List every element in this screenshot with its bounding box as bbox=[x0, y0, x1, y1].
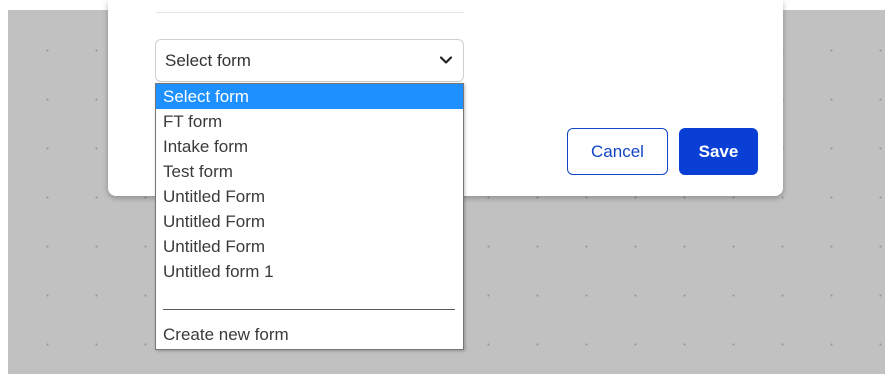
cancel-button[interactable]: Cancel bbox=[567, 128, 668, 175]
form-select[interactable]: Select form bbox=[155, 39, 464, 82]
option-intake-form[interactable]: Intake form bbox=[156, 134, 463, 159]
chevron-down-icon bbox=[439, 56, 453, 64]
option-untitled-form-1[interactable]: Untitled form 1 bbox=[156, 259, 463, 284]
form-select-value: Select form bbox=[165, 50, 251, 70]
option-ft-form[interactable]: FT form bbox=[156, 109, 463, 134]
save-button[interactable]: Save bbox=[679, 128, 758, 175]
modal-top-field-edge bbox=[156, 0, 464, 13]
option-untitled-form-b[interactable]: Untitled Form bbox=[156, 209, 463, 234]
option-test-form[interactable]: Test form bbox=[156, 159, 463, 184]
option-create-new-form[interactable]: Create new form bbox=[156, 322, 463, 347]
option-untitled-form-a[interactable]: Untitled Form bbox=[156, 184, 463, 209]
dropdown-separator bbox=[163, 309, 455, 310]
option-untitled-form-c[interactable]: Untitled Form bbox=[156, 234, 463, 259]
form-select-dropdown: Select form FT form Intake form Test for… bbox=[155, 83, 464, 350]
option-select-form[interactable]: Select form bbox=[156, 84, 463, 109]
